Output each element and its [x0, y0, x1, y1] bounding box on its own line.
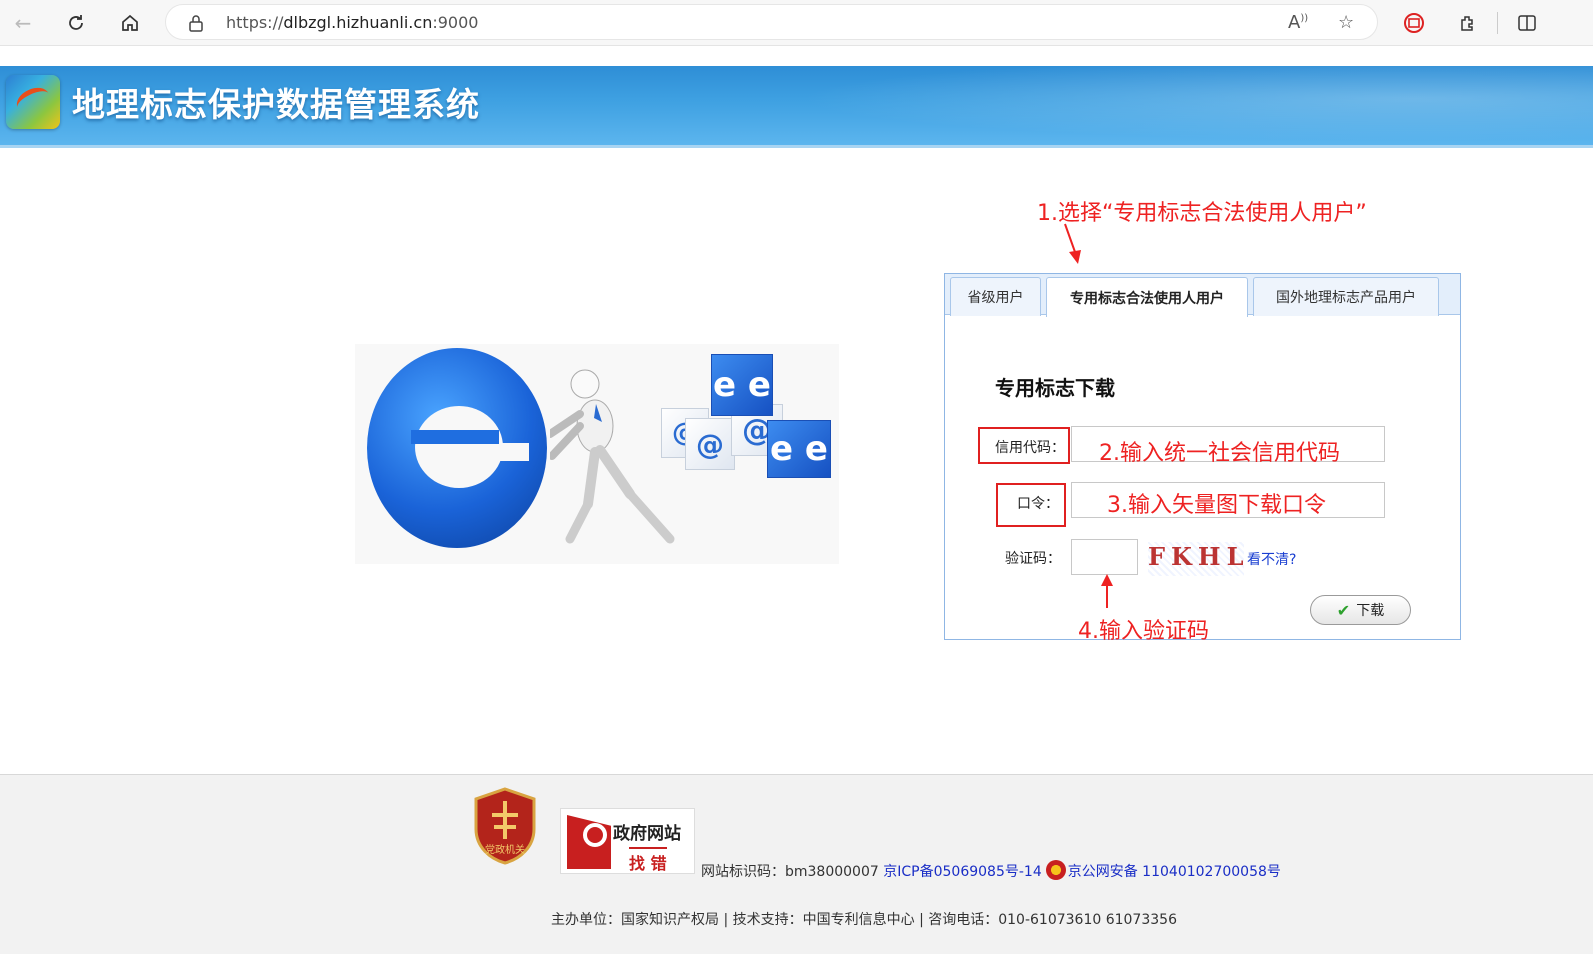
e-cube-bottom: e e — [767, 420, 831, 478]
gov-badge-line1: 政府网站 — [613, 824, 681, 844]
login-panel: 省级用户 专用标志合法使用人用户 国外地理标志产品用户 专用标志下载 信用代码：… — [944, 273, 1461, 644]
magnifier-icon — [583, 823, 607, 847]
annotation-step1: 1.选择“专用标志合法使用人用户” — [1037, 201, 1367, 226]
annotation-step3: 3.输入矢量图下载口令 — [1107, 493, 1326, 518]
annotation-step2: 2.输入统一社会信用代码 — [1099, 441, 1340, 466]
police-emblem-icon — [1045, 860, 1066, 880]
favorite-icon[interactable]: ☆ — [1338, 12, 1354, 33]
footer-registration-line: 网站标识码：bm38000007 京ICP备05069085号-14 京公网安备 … — [701, 860, 1281, 881]
hero-illustration: @ @ @ e e e e — [355, 344, 839, 564]
party-government-badge[interactable]: 党政机关 — [472, 787, 538, 865]
party-badge-text: 党政机关 — [485, 843, 525, 856]
icp-link[interactable]: 京ICP备05069085号-14 — [883, 864, 1041, 880]
at-cube: @ — [685, 418, 735, 470]
download-label: 下载 — [1356, 603, 1385, 619]
password-label: 口令： — [1017, 496, 1059, 512]
read-aloud-icon[interactable]: A)) — [1288, 12, 1308, 33]
browser-toolbar: ← https://dlbzgl.hizhuanli.cn:9000 A)) ☆ — [0, 0, 1593, 46]
refresh-icon[interactable] — [61, 8, 91, 38]
captcha-input[interactable] — [1071, 539, 1138, 575]
lock-icon[interactable] — [188, 14, 204, 32]
captcha-refresh-link[interactable]: 看不清? — [1247, 549, 1296, 569]
e-cube-top: e e — [711, 354, 773, 416]
arrow-step1 — [1064, 223, 1081, 264]
extension-icon[interactable] — [1454, 9, 1482, 37]
tab-legal-user[interactable]: 专用标志合法使用人用户 — [1046, 277, 1248, 317]
e-logo-bar — [411, 430, 499, 444]
download-button[interactable]: ✔ 下载 — [1310, 595, 1411, 625]
captcha-image[interactable]: FKHL — [1148, 542, 1244, 576]
tab-provincial-user[interactable]: 省级用户 — [950, 277, 1041, 316]
e-logo-graphic — [367, 348, 547, 548]
extension-badge-icon[interactable] — [1400, 9, 1428, 37]
footer-info: 主办单位：国家知识产权局 | 技术支持：中国专利信息中心 | 咨询电话：010-… — [551, 912, 1177, 928]
site-id-text: 网站标识码：bm38000007 — [701, 864, 879, 880]
user-type-tabs: 省级用户 专用标志合法使用人用户 国外地理标志产品用户 — [945, 274, 1460, 317]
captcha-text: FKHL — [1148, 542, 1250, 571]
gov-error-report-badge[interactable]: 政府网站 找 错 — [560, 808, 695, 874]
url-text[interactable]: https://dlbzgl.hizhuanli.cn:9000 — [226, 13, 478, 32]
arrow-step4 — [1101, 574, 1113, 608]
toolbar-divider — [1497, 12, 1498, 34]
credit-code-label: 信用代码： — [995, 440, 1065, 456]
form-title: 专用标志下载 — [995, 376, 1115, 400]
site-footer: 党政机关 政府网站 找 错 网站标识码：bm38000007 京ICP备0506… — [0, 774, 1593, 954]
address-bar[interactable]: https://dlbzgl.hizhuanli.cn:9000 A)) ☆ — [165, 4, 1378, 40]
site-header: 地理标志保护数据管理系统 — [0, 66, 1593, 148]
check-icon: ✔ — [1336, 600, 1351, 620]
annotation-step4: 4.输入验证码 — [1078, 619, 1209, 644]
site-logo — [6, 75, 60, 129]
captcha-label: 验证码： — [1005, 551, 1061, 567]
split-screen-icon[interactable] — [1513, 9, 1541, 37]
site-title: 地理标志保护数据管理系统 — [72, 85, 480, 124]
back-icon[interactable]: ← — [8, 8, 38, 38]
gov-badge-line2: 找 错 — [629, 847, 667, 874]
police-record-link[interactable]: 京公网安备 11040102700058号 — [1068, 864, 1281, 880]
home-icon[interactable] — [115, 8, 145, 38]
tab-foreign-user[interactable]: 国外地理标志产品用户 — [1253, 277, 1439, 316]
